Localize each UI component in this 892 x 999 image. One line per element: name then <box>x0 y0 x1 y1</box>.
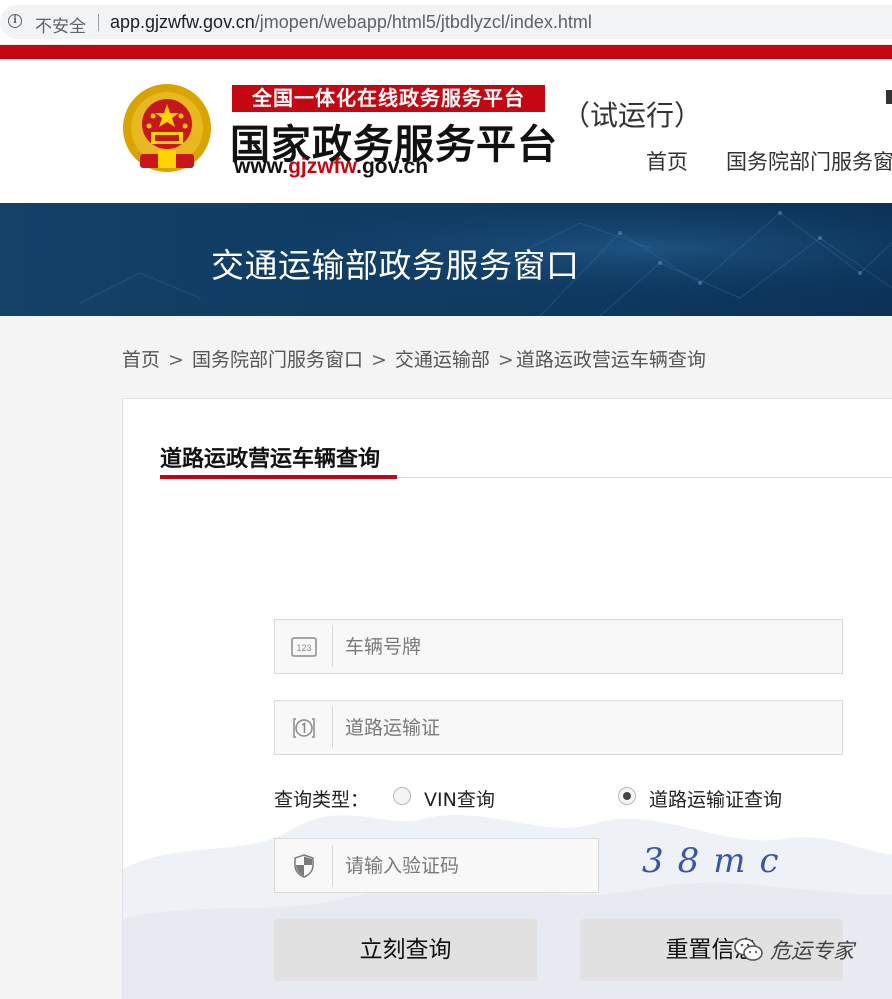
field-divider <box>332 626 333 667</box>
shield-icon <box>275 839 332 892</box>
plate-field: 123 <box>274 619 843 674</box>
radio-vin-label[interactable]: VIN查询 <box>424 785 495 812</box>
number-icon-label: 123 <box>296 643 311 653</box>
omnibox-divider <box>98 14 99 31</box>
query-card <box>122 398 892 999</box>
nav-state-council-windows[interactable]: 国务院部门服务窗 <box>726 146 892 176</box>
field-divider <box>332 845 333 886</box>
captcha-text: 38mc <box>642 841 793 881</box>
info-icon[interactable]: i <box>8 14 22 28</box>
radio-road-license[interactable] <box>618 787 636 805</box>
captcha-image[interactable]: 38mc <box>640 838 800 888</box>
banner-title: 交通运输部政务服务窗口 <box>211 246 580 285</box>
submit-query-button[interactable]: 立刻查询 <box>274 919 537 981</box>
wechat-watermark: 危运专家 <box>734 930 854 970</box>
title-underline <box>160 475 397 479</box>
site-url-logo: www.gjzwfw.gov.cn <box>234 155 429 178</box>
breadcrumb-separator: > <box>370 349 387 371</box>
watermark-text: 危运专家 <box>770 939 854 963</box>
header-corner-mark <box>886 90 892 104</box>
field-divider <box>332 707 333 748</box>
license-icon <box>275 701 332 754</box>
radio-vin[interactable] <box>393 787 411 805</box>
query-type-label: 查询类型： <box>274 789 370 811</box>
wechat-icon <box>734 938 763 961</box>
security-status[interactable]: 不安全 <box>35 12 86 37</box>
plate-input[interactable] <box>345 620 825 673</box>
browser-address-bar: i 不安全 app.gjzwfw.gov.cn/jmopen/webapp/ht… <box>0 0 892 45</box>
omnibox[interactable]: i 不安全 app.gjzwfw.gov.cn/jmopen/webapp/ht… <box>0 5 892 39</box>
radio-road-license-label[interactable]: 道路运输证查询 <box>649 785 782 812</box>
breadcrumb: 首页 > 国务院部门服务窗口 > 交通运输部 > 道路运政营运车辆查询 <box>122 345 706 372</box>
captcha-field <box>274 838 599 893</box>
breadcrumb-separator: > <box>497 349 514 371</box>
license-field <box>274 700 843 755</box>
license-input[interactable] <box>345 701 825 754</box>
breadcrumb-state-council[interactable]: 国务院部门服务窗口 <box>192 345 363 372</box>
breadcrumb-home[interactable]: 首页 <box>122 345 160 372</box>
captcha-input[interactable] <box>345 839 585 892</box>
department-banner: 交通运输部政务服务窗口 <box>0 203 892 316</box>
platform-slogan: 全国一体化在线政务服务平台 <box>232 85 545 112</box>
trial-label: （试运行） <box>562 99 703 132</box>
national-emblem-icon[interactable] <box>120 82 214 178</box>
form-title: 道路运政营运车辆查询 <box>160 447 381 472</box>
number-icon: 123 <box>275 620 332 673</box>
nav-home[interactable]: 首页 <box>646 146 688 176</box>
top-red-stripe <box>0 45 892 59</box>
landscape-watermark <box>123 815 892 999</box>
url-text[interactable]: app.gjzwfw.gov.cn/jmopen/webapp/html5/jt… <box>110 12 592 33</box>
breadcrumb-ministry[interactable]: 交通运输部 <box>395 345 490 372</box>
breadcrumb-current: 道路运政营运车辆查询 <box>515 349 706 371</box>
breadcrumb-separator: > <box>168 349 184 371</box>
